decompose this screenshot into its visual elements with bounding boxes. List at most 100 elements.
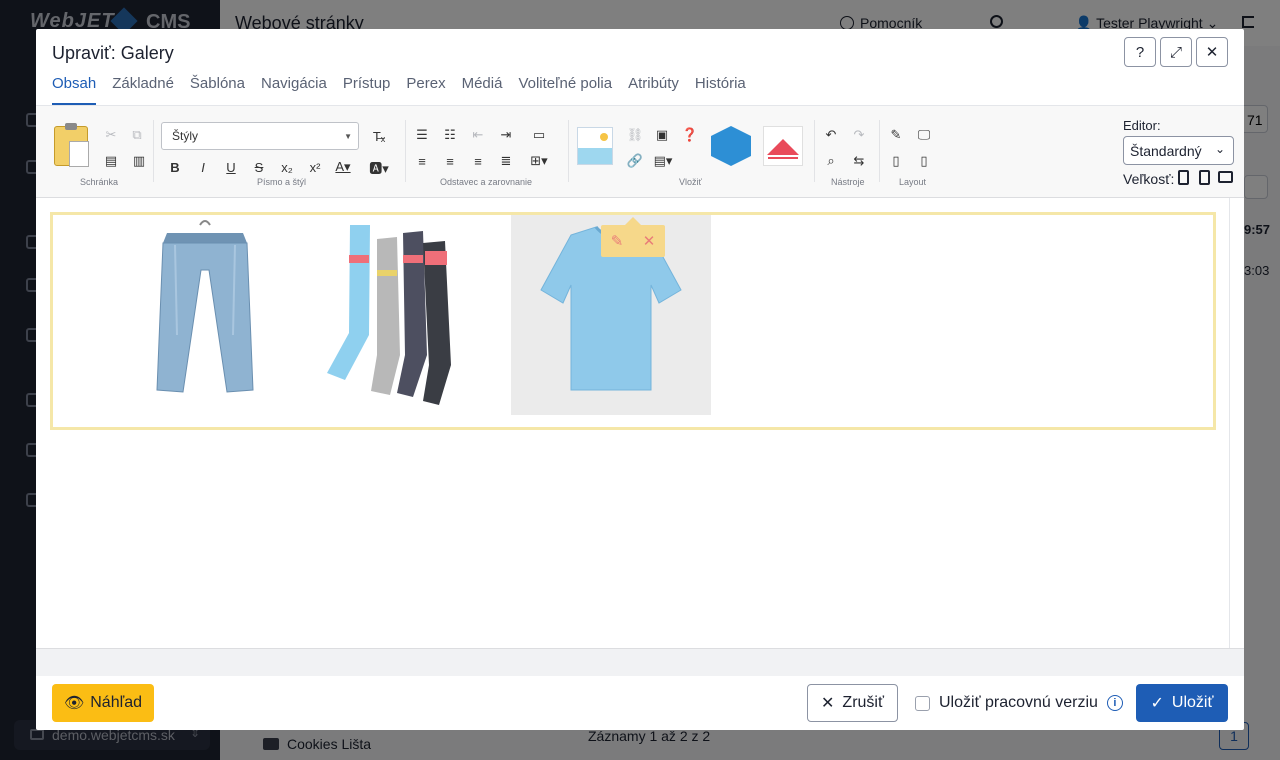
indent-icon[interactable]: ⇥ [497,126,515,144]
form-icon[interactable]: ▣ [653,126,671,144]
tab-media[interactable]: Médiá [462,75,503,105]
bg-color-icon[interactable]: 🅰▾ [369,158,389,176]
help-button[interactable]: ? [1124,37,1156,67]
dropdown-arrow-icon: ▼ [344,132,352,141]
separator [814,120,815,182]
save-button[interactable]: ✓ Uložiť [1136,684,1228,722]
editor-toolbar: ✂ ⧉ ▤ ▥ Schránka Štýly ▼ T̶ₓ B I U S x₂ x… [36,106,1244,198]
tab-bar: Obsah Základné Šablóna Navigácia Prístup… [52,75,746,105]
editor-select[interactable]: Štandardný ⌄ [1123,136,1234,165]
close-icon: ✕ [821,695,835,712]
gallery-item-jeans[interactable] [105,215,305,415]
editor-status-bar [36,648,1244,676]
text-color-icon[interactable]: A▾ [334,158,352,176]
align-left-icon[interactable]: ≡ [413,152,431,170]
close-button[interactable]: ✕ [1196,37,1228,67]
check-icon: ✓ [1150,695,1164,712]
replace-icon[interactable]: ⇆ [850,152,868,170]
tab-zakladne[interactable]: Základné [112,75,174,105]
group-label-font: Písmo a štýl [257,177,307,187]
tab-perex[interactable]: Perex [406,75,445,105]
socks-image [327,225,451,405]
tab-atributy[interactable]: Atribúty [628,75,679,105]
justify-icon[interactable]: ≣ [497,152,515,170]
outdent-icon[interactable]: ⇤ [469,126,487,144]
paste-text-icon[interactable]: ▤ [102,152,120,170]
separator [568,120,569,182]
bold-icon[interactable]: B [166,158,184,176]
form-field-icon[interactable]: ▤▾ [654,152,673,170]
strike-icon[interactable]: S [250,158,268,176]
tab-historia[interactable]: História [695,75,746,105]
chevron-down-icon: ⌄ [1214,142,1225,156]
save-work-label: Uložiť pracovnú verziu [939,694,1098,711]
gallery-item-socks[interactable] [305,215,505,415]
find-icon[interactable]: ⌕ [822,152,840,170]
group-label-insert: Vložiť [679,177,702,187]
modal-title: Upraviť: Galery [52,43,174,63]
paste-icon[interactable] [54,123,89,167]
jeans-image [156,220,254,393]
gallery-block[interactable]: ✎ ✕ [50,212,1216,430]
expand-icon: ⤢ [1169,43,1182,61]
size-desktop-icon[interactable] [1218,171,1233,183]
phone-icon[interactable]: ▯ [915,152,933,170]
cancel-button[interactable]: ✕ Zrušiť [807,684,898,722]
size-label: Veľkosť: [1123,171,1175,187]
info-icon[interactable]: i [1106,695,1123,711]
clear-format-icon[interactable]: T̶ₓ [370,127,388,145]
tab-navigacia[interactable]: Navigácia [261,75,327,105]
block-icon[interactable]: ▭ [530,126,548,144]
editor-content[interactable]: ✎ ✕ [36,198,1229,648]
desktop-icon[interactable]: 🖵 [915,126,933,144]
unlink-icon[interactable]: ⛓ [626,126,644,144]
edit-modal: Upraviť: Galery ? ⤢ ✕ Obsah Základné Šab… [36,29,1244,730]
group-label-clipboard: Schránka [80,177,119,187]
separator [405,120,406,182]
tab-pristup[interactable]: Prístup [343,75,391,105]
superscript-icon[interactable]: x² [306,158,324,176]
undo-icon[interactable]: ↶ [822,126,840,144]
size-tablet-icon[interactable] [1199,170,1210,185]
size-phone-icon[interactable] [1178,170,1189,185]
tablet-icon[interactable]: ▯ [887,152,905,170]
editor-select-value: Štandardný [1130,143,1202,159]
question-mark-icon[interactable]: ❓ [681,126,699,144]
gallery-photo-icon[interactable] [763,126,803,166]
subscript-icon[interactable]: x₂ [278,158,296,176]
tab-sablona[interactable]: Šablóna [190,75,245,105]
tab-obsah[interactable]: Obsah [52,75,97,105]
editor-scrollbar[interactable] [1229,198,1244,648]
align-right-icon[interactable]: ≡ [469,152,487,170]
close-icon: ✕ [1205,44,1219,61]
bullet-list-icon[interactable]: ☰ [413,126,431,144]
preview-label: Náhľad [90,694,143,711]
link-icon[interactable]: 🔗 [626,152,644,170]
save-work-checkbox[interactable] [915,695,930,711]
numbered-list-icon[interactable]: ☷ [441,126,459,144]
table-icon[interactable]: ⊞▾ [530,152,548,170]
question-icon: ? [1135,43,1145,61]
styles-dropdown[interactable]: Štýly ▼ [161,122,359,150]
styles-placeholder: Štýly [172,129,199,143]
redo-icon[interactable]: ↷ [850,126,868,144]
cut-icon[interactable]: ✂ [102,126,120,144]
pencil-icon[interactable]: ✎ [611,232,624,250]
save-label: Uložiť [1171,694,1214,711]
separator [153,120,154,182]
maximize-button[interactable]: ⤢ [1160,37,1192,67]
preview-button[interactable]: 👁 Náhľad [52,684,154,722]
underline-icon[interactable]: U [222,158,240,176]
group-label-layout: Layout [899,177,927,187]
copy-icon[interactable]: ⧉ [128,126,146,144]
italic-icon[interactable]: I [194,158,212,176]
tab-volitelne-polia[interactable]: Voliteľné polia [518,75,612,105]
image-icon[interactable] [577,127,613,165]
save-work-version: Uložiť pracovnú verziu i [915,694,1123,712]
paste-word-icon[interactable]: ▥ [130,152,148,170]
edit-layout-icon[interactable]: ✎ [887,126,905,144]
align-center-icon[interactable]: ≡ [441,152,459,170]
app-cube-icon[interactable] [711,126,751,166]
delete-icon[interactable]: ✕ [643,232,656,250]
gallery-item-tshirt[interactable]: ✎ ✕ [511,215,711,415]
